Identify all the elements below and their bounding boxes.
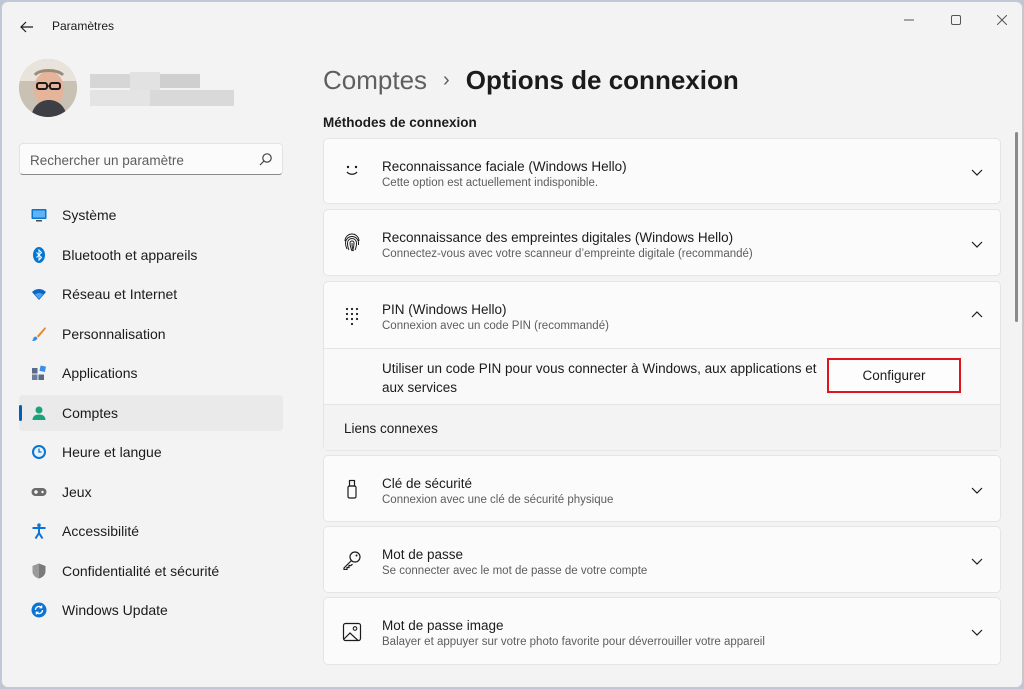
- sidebar-item-label: Comptes: [62, 404, 119, 421]
- sidebar-item-label: Jeux: [62, 483, 92, 500]
- method-title: Reconnaissance faciale (Windows Hello): [382, 159, 627, 174]
- breadcrumb-parent-link[interactable]: Comptes: [323, 65, 427, 96]
- picture-icon: [342, 622, 362, 642]
- sidebar-item-systeme[interactable]: Système: [19, 197, 283, 233]
- method-title: Mot de passe image: [382, 618, 504, 633]
- sidebar-item-heure-langue[interactable]: Heure et langue: [19, 434, 283, 470]
- method-subtitle: Connectez-vous avec votre scanneur d’emp…: [382, 248, 753, 260]
- chevron-down-icon[interactable]: [970, 625, 984, 639]
- chevron-down-icon[interactable]: [970, 237, 984, 251]
- method-card-face[interactable]: Reconnaissance faciale (Windows Hello) C…: [323, 138, 1001, 204]
- sidebar-item-label: Système: [62, 207, 117, 223]
- pin-description: Utiliser un code PIN pour vous connecter…: [382, 361, 817, 395]
- sidebar-item-label: Confidentialité et sécurité: [62, 562, 220, 579]
- update-icon: [31, 602, 47, 618]
- settings-window: Paramètres Rechercher un paramètre Systè…: [1, 1, 1023, 688]
- method-title: Reconnaissance des empreintes digitales …: [382, 230, 734, 245]
- search-icon[interactable]: [259, 152, 273, 166]
- sidebar-item-label: Bluetooth et appareils: [62, 246, 198, 263]
- search-input[interactable]: [30, 150, 250, 170]
- sidebar-item-label: Windows Update: [62, 602, 168, 618]
- arrow-left-icon: [20, 21, 33, 33]
- sidebar-item-confidentialite[interactable]: Confidentialité et sécurité: [19, 553, 283, 589]
- minimize-icon: [904, 19, 914, 21]
- key-icon: [343, 551, 361, 570]
- close-icon: [997, 15, 1007, 25]
- configure-button[interactable]: Configurer: [827, 358, 961, 393]
- gamepad-icon: [31, 487, 47, 496]
- method-title: PIN (Windows Hello): [382, 302, 507, 317]
- sidebar-item-accessibilite[interactable]: Accessibilité: [19, 513, 283, 549]
- sidebar-item-comptes[interactable]: Comptes: [19, 394, 283, 431]
- sidebar-nav: Système Bluetooth et appareils Réseau et…: [19, 197, 283, 632]
- method-subtitle: Cette option est actuellement indisponib…: [382, 177, 599, 189]
- maximize-icon: [951, 15, 961, 25]
- method-card-fingerprint[interactable]: Reconnaissance des empreintes digitales …: [323, 209, 1001, 276]
- sidebar-item-reseau[interactable]: Réseau et Internet: [19, 276, 283, 312]
- sidebar-item-personnalisation[interactable]: Personnalisation: [19, 316, 283, 352]
- minimize-button[interactable]: [889, 10, 929, 30]
- breadcrumb-separator: ›: [443, 68, 450, 91]
- sidebar-item-jeux[interactable]: Jeux: [19, 474, 283, 510]
- page-title: Options de connexion: [465, 64, 739, 95]
- close-button[interactable]: [982, 10, 1022, 30]
- apps-icon: [32, 365, 47, 380]
- related-links-label: Liens connexes: [344, 421, 438, 436]
- sidebar-item-applications[interactable]: Applications: [19, 355, 283, 391]
- sidebar-item-bluetooth[interactable]: Bluetooth et appareils: [19, 237, 283, 273]
- title-bar: Paramètres: [2, 2, 1022, 46]
- account-icon: [32, 406, 46, 420]
- method-subtitle: Connexion avec une clé de sécurité physi…: [382, 494, 614, 506]
- method-title: Clé de sécurité: [382, 476, 473, 491]
- method-subtitle: Balayer et appuyer sur votre photo favor…: [382, 636, 765, 648]
- method-card-picture-password[interactable]: Mot de passe image Balayer et appuyer su…: [323, 597, 1001, 665]
- wifi-icon: [32, 289, 46, 300]
- sidebar-item-label: Applications: [62, 365, 138, 381]
- shield-icon: [32, 563, 46, 578]
- method-card-password[interactable]: Mot de passe Se connecter avec le mot de…: [323, 526, 1001, 593]
- usb-key-icon: [347, 479, 357, 499]
- method-subtitle: Se connecter avec le mot de passe de vot…: [382, 565, 648, 577]
- sidebar-item-windows-update[interactable]: Windows Update: [19, 592, 283, 628]
- method-title: Mot de passe: [382, 547, 464, 562]
- chevron-down-icon[interactable]: [970, 554, 984, 568]
- clock-globe-icon: [32, 445, 46, 459]
- chevron-down-icon[interactable]: [970, 483, 984, 497]
- fingerprint-icon: [344, 233, 360, 252]
- sidebar-item-label: Réseau et Internet: [62, 286, 178, 302]
- brush-icon: [31, 326, 46, 341]
- face-icon: [346, 165, 358, 175]
- back-button[interactable]: [14, 14, 40, 40]
- sidebar-item-label: Personnalisation: [62, 325, 166, 342]
- method-card-security-key[interactable]: Clé de sécurité Connexion avec une clé d…: [323, 455, 1001, 522]
- method-subtitle: Connexion avec un code PIN (recommandé): [382, 320, 609, 332]
- related-links: Liens connexes: [324, 404, 1000, 450]
- chevron-up-icon[interactable]: [970, 308, 984, 322]
- sidebar-item-label: Heure et langue: [62, 444, 162, 460]
- app-title: Paramètres: [52, 19, 115, 33]
- system-icon: [31, 209, 47, 222]
- search-box[interactable]: [19, 143, 283, 175]
- user-photo: [19, 59, 77, 117]
- accessibility-icon: [32, 523, 46, 539]
- sidebar-item-label: Accessibilité: [62, 523, 140, 539]
- user-name-blurred: [90, 72, 234, 108]
- bluetooth-icon: [33, 246, 45, 263]
- keypad-icon: [345, 307, 359, 326]
- vertical-scrollbar[interactable]: [1015, 132, 1018, 322]
- avatar[interactable]: [19, 59, 77, 117]
- chevron-down-icon[interactable]: [970, 165, 984, 179]
- breadcrumb: Comptes › Options de connexion: [323, 60, 739, 100]
- section-title: Méthodes de connexion: [323, 115, 477, 130]
- maximize-button[interactable]: [936, 10, 976, 30]
